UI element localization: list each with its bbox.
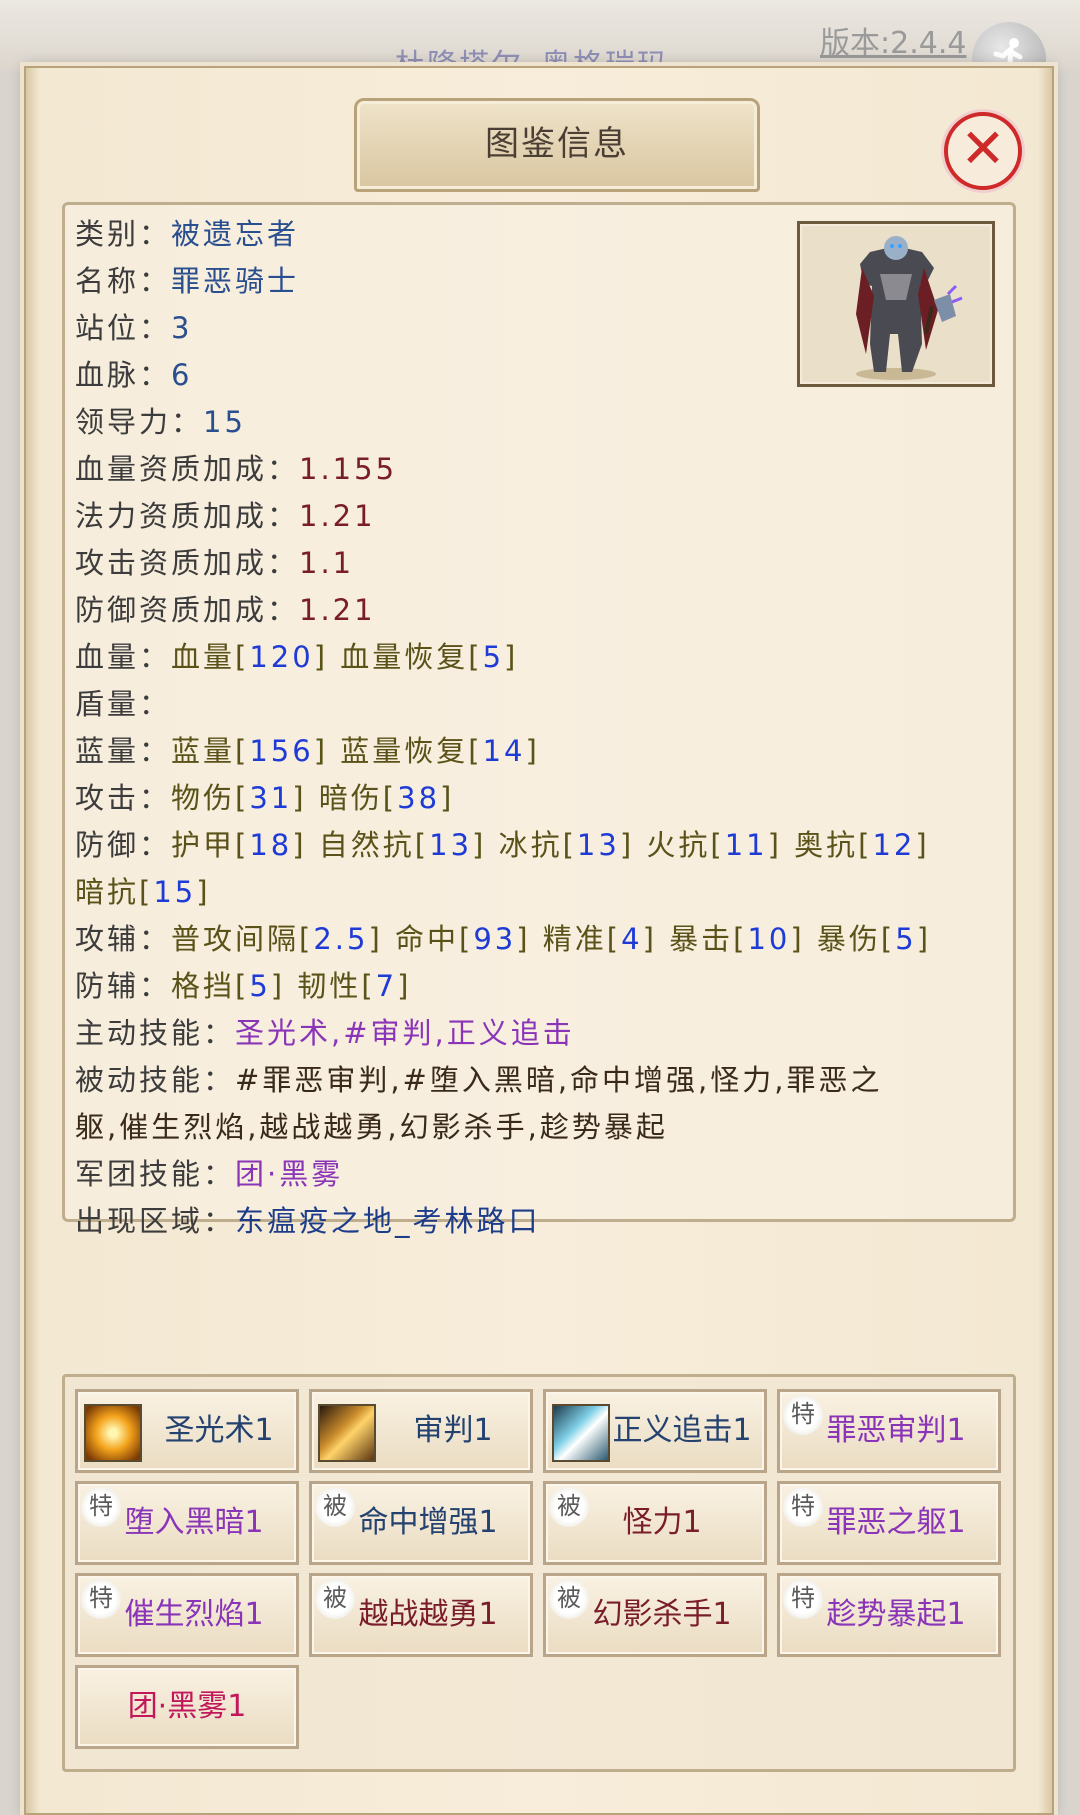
passive-badge-icon: 被 [549,1487,589,1527]
skill-battle-fervor[interactable]: 被 越战越勇1 [309,1573,533,1657]
skill-brute-strength[interactable]: 被 怪力1 [543,1481,767,1565]
attack-interval-value: 2.5 [313,922,369,956]
mp-bonus-row: 法力资质加成：1.21 [75,499,376,533]
name-value: 罪恶骑士 [171,264,300,298]
passive-badge-icon: 被 [315,1487,355,1527]
legion-skill-value: 团·黑雾 [235,1157,344,1191]
bloodline-value: 6 [171,358,193,392]
judgement-icon [318,1404,376,1462]
def-bonus-value: 1.21 [299,593,376,627]
hp-value: 120 [249,640,314,674]
active-skills-value: 圣光术,#审判,正义追击 [235,1016,575,1050]
category-value: 被遗忘者 [171,217,300,251]
mp-value: 156 [249,734,314,768]
skill-fall-into-darkness[interactable]: 特 堕入黑暗1 [75,1481,299,1565]
shield-row: 盾量： [75,687,172,721]
skill-judgement[interactable]: 审判1 [309,1389,533,1473]
skill-holy-light[interactable]: 圣光术1 [75,1389,299,1473]
position-value: 3 [171,311,193,345]
attack-row: 攻击：物伤[31] 暗伤[38] [75,781,455,815]
unit-info-lines: 类别：被遗忘者 名称：罪恶骑士 站位：3 血脉：6 领导力：15 血量资质加成：… [75,211,1005,1245]
region-value: 东瘟疫之地_考林路口 [235,1204,541,1238]
arcane-res-value: 12 [872,828,916,862]
shadow-dmg-value: 38 [397,781,441,815]
skill-legion-black-fog[interactable]: 团·黑雾1 [75,1665,299,1749]
leadership-row: 领导力：15 [75,405,246,439]
passive-skills-value-1: #罪恶审判,#堕入黑暗,命中增强,怪力,罪恶之 [235,1063,883,1097]
mp-bonus-value: 1.21 [299,499,376,533]
passive-badge-icon: 被 [315,1579,355,1619]
def-aux-row: 防辅：格挡[5] 韧性[7] [75,969,412,1003]
leadership-value: 15 [203,405,246,439]
category-row: 类别：被遗忘者 [75,217,300,251]
holy-light-icon [84,1404,142,1462]
atk-bonus-row: 攻击资质加成：1.1 [75,546,355,580]
frost-res-value: 13 [576,828,620,862]
skill-sin-judgement[interactable]: 特 罪恶审判1 [777,1389,1001,1473]
physical-dmg-value: 31 [249,781,293,815]
def-bonus-row: 防御资质加成：1.21 [75,593,376,627]
righteous-pursuit-icon [552,1404,610,1462]
passive-skills-row-cont: 躯,催生烈焰,越战越勇,幻影杀手,趁势暴起 [75,1104,1005,1151]
passive-badge-icon: 被 [549,1579,589,1619]
legion-skill-row: 军团技能：团·黑雾 [75,1157,344,1191]
close-icon[interactable]: ✕ [944,112,1022,190]
precision-value: 4 [621,922,643,956]
bloodline-row: 血脉：6 [75,358,193,392]
skill-phantom-killer[interactable]: 被 幻影杀手1 [543,1573,767,1657]
hp-bonus-row: 血量资质加成：1.155 [75,452,398,486]
region-row: 出现区域：东瘟疫之地_考林路口 [75,1204,541,1238]
block-value: 5 [249,969,271,1003]
passive-skills-row: 被动技能：#罪恶审判,#堕入黑暗,命中增强,怪力,罪恶之 [75,1063,883,1097]
atk-aux-row: 攻辅：普攻间隔[2.5] 命中[93] 精准[4] 暴击[10] 暴伤[5] [75,922,932,956]
shadow-res-value: 15 [153,875,197,909]
fire-res-value: 11 [724,828,768,862]
special-badge-icon: 特 [783,1487,823,1527]
armor-value: 18 [249,828,293,862]
atk-bonus-value: 1.1 [299,546,355,580]
passive-skills-value-2: 躯,催生烈焰,越战越勇,幻影杀手,趁势暴起 [75,1110,668,1144]
skill-hit-boost[interactable]: 被 命中增强1 [309,1481,533,1565]
skills-panel: 圣光术1 审判1 正义追击1 特 罪恶审判1 特 堕入黑暗1 被 命中增强1 被… [62,1374,1016,1772]
hit-value: 93 [473,922,517,956]
crit-dmg-value: 5 [895,922,917,956]
hp-row: 血量：血量[120] 血量恢复[5] [75,640,519,674]
mp-regen-value: 14 [482,734,526,768]
skill-spawn-flames[interactable]: 特 催生烈焰1 [75,1573,299,1657]
toughness-value: 7 [375,969,398,1003]
hp-regen-value: 5 [482,640,505,674]
active-skills-row: 主动技能：圣光术,#审判,正义追击 [75,1016,575,1050]
special-badge-icon: 特 [81,1487,121,1527]
top-bar: 杜隆塔尔奥格瑞玛 版本:2.4.4 [0,0,1080,96]
mp-row: 蓝量：蓝量[156] 蓝量恢复[14] [75,734,540,768]
position-row: 站位：3 [75,311,193,345]
special-badge-icon: 特 [783,1395,823,1435]
special-badge-icon: 特 [81,1579,121,1619]
info-panel: 类别：被遗忘者 名称：罪恶骑士 站位：3 血脉：6 领导力：15 血量资质加成：… [62,202,1016,1238]
defense-row: 防御：护甲[18] 自然抗[13] 冰抗[13] 火抗[11] 奥抗[12] [75,828,930,862]
special-badge-icon: 特 [783,1579,823,1619]
nature-res-value: 13 [429,828,473,862]
defense-row-cont: 暗抗[15] [75,875,211,909]
dialog-title: 图鉴信息 [354,98,760,192]
name-row: 名称：罪恶骑士 [75,264,300,298]
skill-righteous-pursuit[interactable]: 正义追击1 [543,1389,767,1473]
hp-bonus-value: 1.155 [299,452,398,486]
skill-surge-strike[interactable]: 特 趁势暴起1 [777,1573,1001,1657]
version-label: 版本:2.4.4 [820,26,967,61]
crit-value: 10 [747,922,791,956]
skill-sinful-body[interactable]: 特 罪恶之躯1 [777,1481,1001,1565]
codex-dialog: 图鉴信息 ✕ 类别：被遗忘者 名称：罪恶骑士 站位：3 血脉：6 领导力：15 … [24,66,1054,1815]
